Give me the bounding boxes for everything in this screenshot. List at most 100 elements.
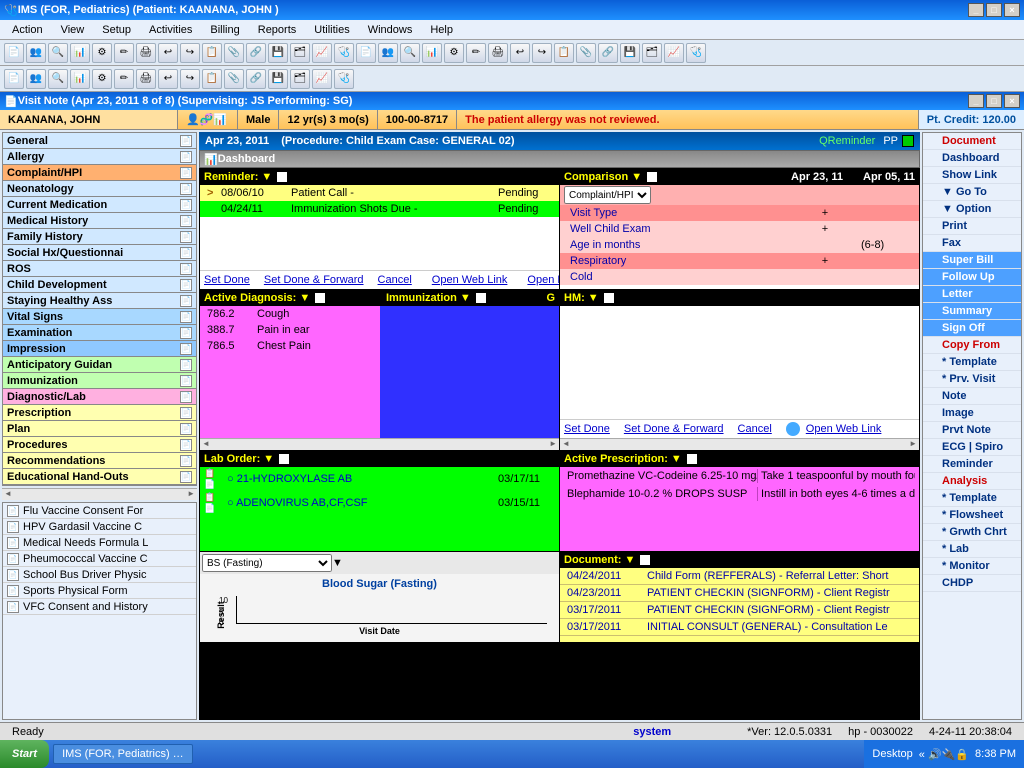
nav-general[interactable]: General📄	[3, 133, 196, 149]
toolbar-button[interactable]: 🗂	[290, 69, 310, 89]
toolbar-button[interactable]: 📎	[224, 43, 244, 63]
comparison-row[interactable]: Age in months(6-8)	[560, 237, 919, 253]
right-print[interactable]: Print	[923, 218, 1021, 235]
menu-billing[interactable]: Billing	[202, 22, 247, 38]
toolbar-button[interactable]: 🔗	[246, 69, 266, 89]
comparison-row[interactable]: Well Child Exam+	[560, 221, 919, 237]
toolbar-button[interactable]: 📈	[664, 43, 684, 63]
right--flowsheet[interactable]: * Flowsheet	[923, 507, 1021, 524]
reminder-row[interactable]: 04/24/11Immunization Shots Due -Pending	[200, 201, 559, 217]
toolbar-button[interactable]: ✏	[114, 69, 134, 89]
toolbar-button[interactable]: 💾	[620, 43, 640, 63]
maximize-button[interactable]: □	[986, 3, 1002, 17]
comparison-row[interactable]: Respiratory+	[560, 253, 919, 269]
pane-toggle[interactable]	[604, 293, 614, 303]
toolbar-button[interactable]: 🖨	[136, 69, 156, 89]
cancel-link[interactable]: Cancel	[378, 274, 412, 286]
right-summary[interactable]: Summary	[923, 303, 1021, 320]
collapse-icon[interactable]: ▼	[671, 453, 682, 465]
hm-cancel[interactable]: Cancel	[738, 423, 772, 435]
menu-activities[interactable]: Activities	[141, 22, 200, 38]
toolbar-button[interactable]: 👥	[26, 43, 46, 63]
menu-windows[interactable]: Windows	[360, 22, 421, 38]
qreminder-link[interactable]: QReminder	[819, 135, 875, 147]
form-item[interactable]: 📄Pheumococcal Vaccine C	[3, 551, 196, 567]
right-show-link[interactable]: Show Link	[923, 167, 1021, 184]
document-row[interactable]: 04/24/2011Child Form (REFFERALS) - Refer…	[560, 568, 919, 585]
nav-ros[interactable]: ROS📄	[3, 261, 196, 277]
sub-maximize-button[interactable]: □	[986, 94, 1002, 108]
toolbar-button[interactable]: 📈	[312, 43, 332, 63]
chart-select[interactable]: BS (Fasting)	[202, 554, 332, 572]
nav-immunization[interactable]: Immunization📄	[3, 373, 196, 389]
nav-allergy[interactable]: Allergy📄	[3, 149, 196, 165]
toolbar-button[interactable]: 📋	[202, 69, 222, 89]
nav-procedures[interactable]: Procedures📄	[3, 437, 196, 453]
right-reminder[interactable]: Reminder	[923, 456, 1021, 473]
toolbar-button[interactable]: 👥	[378, 43, 398, 63]
pane-toggle[interactable]	[687, 454, 697, 464]
right--template[interactable]: * Template	[923, 354, 1021, 371]
document-row[interactable]: 03/17/2011INITIAL CONSULT (GENERAL) - Co…	[560, 619, 919, 636]
toolbar-button[interactable]: ↪	[180, 43, 200, 63]
toolbar-button[interactable]: ↩	[158, 69, 178, 89]
toolbar-button[interactable]: 👥	[26, 69, 46, 89]
rx-row[interactable]: Promethazine VC-Codeine 6.25-10 mg/5 mL …	[560, 467, 919, 485]
toolbar-button[interactable]: 📄	[356, 43, 376, 63]
pane-toggle[interactable]	[476, 293, 486, 303]
nav-complaint-hpi[interactable]: Complaint/HPI📄	[3, 165, 196, 181]
toolbar-button[interactable]: 📊	[422, 43, 442, 63]
toolbar-button[interactable]: 🔍	[400, 43, 420, 63]
comparison-select[interactable]: Complaint/HPI	[564, 186, 651, 204]
menu-help[interactable]: Help	[422, 22, 461, 38]
nav-plan[interactable]: Plan📄	[3, 421, 196, 437]
toolbar-button[interactable]: 🖨	[488, 43, 508, 63]
right--lab[interactable]: * Lab	[923, 541, 1021, 558]
right-copy-from[interactable]: Copy From	[923, 337, 1021, 354]
right-dashboard[interactable]: Dashboard	[923, 150, 1021, 167]
right-letter[interactable]: Letter	[923, 286, 1021, 303]
collapse-icon[interactable]: ▼	[261, 171, 272, 183]
form-item[interactable]: 📄Flu Vaccine Consent For	[3, 503, 196, 519]
right--template[interactable]: * Template	[923, 490, 1021, 507]
toolbar-button[interactable]: 📎	[224, 69, 244, 89]
comparison-row[interactable]: Visit Type+	[560, 205, 919, 221]
nav-prescription[interactable]: Prescription📄	[3, 405, 196, 421]
nav-scroll[interactable]	[2, 488, 197, 500]
toolbar-button[interactable]: ⚙	[92, 43, 112, 63]
nav-educational-hand-outs[interactable]: Educational Hand-Outs📄	[3, 469, 196, 485]
comparison-row[interactable]: Cold	[560, 269, 919, 285]
collapse-icon[interactable]: ▼	[460, 292, 471, 304]
nav-medical-history[interactable]: Medical History📄	[3, 213, 196, 229]
pane-toggle[interactable]	[647, 172, 657, 182]
minimize-button[interactable]: _	[968, 3, 984, 17]
nav-social-hx-questionnai[interactable]: Social Hx/Questionnai📄	[3, 245, 196, 261]
right-analysis[interactable]: Analysis	[923, 473, 1021, 490]
diagnosis-row[interactable]: 786.2Cough	[200, 306, 380, 322]
right--grwth-chrt[interactable]: * Grwth Chrt	[923, 524, 1021, 541]
collapse-icon[interactable]: ▼	[624, 554, 635, 566]
reminder-row[interactable]: >08/06/10Patient Call -Pending	[200, 185, 559, 201]
document-row[interactable]: 04/23/2011PATIENT CHECKIN (SIGNFORM) - C…	[560, 585, 919, 602]
form-item[interactable]: 📄School Bus Driver Physic	[3, 567, 196, 583]
sub-close-button[interactable]: ×	[1004, 94, 1020, 108]
nav-impression[interactable]: Impression📄	[3, 341, 196, 357]
toolbar-button[interactable]: 🗂	[642, 43, 662, 63]
rx-row[interactable]: Blephamide 10-0.2 % DROPS SUSPInstill in…	[560, 485, 919, 503]
pane-toggle[interactable]	[279, 454, 289, 464]
toolbar-button[interactable]: 🔗	[598, 43, 618, 63]
toolbar-button[interactable]: 🔍	[48, 69, 68, 89]
toolbar-button[interactable]: ✏	[466, 43, 486, 63]
toolbar-button[interactable]: 💾	[268, 43, 288, 63]
right-document[interactable]: Document	[923, 133, 1021, 150]
open-link[interactable]: Open Lin	[527, 274, 559, 286]
toolbar-button[interactable]: ↪	[180, 69, 200, 89]
toolbar-button[interactable]: 📄	[4, 43, 24, 63]
right-chdp[interactable]: CHDP	[923, 575, 1021, 592]
close-button[interactable]: ×	[1004, 3, 1020, 17]
tray-desktop[interactable]: Desktop	[872, 748, 912, 760]
patient-icons[interactable]: 👤🧬📊	[178, 110, 238, 129]
toolbar-button[interactable]: 🔗	[246, 43, 266, 63]
collapse-icon[interactable]: ▼	[588, 292, 599, 304]
form-item[interactable]: 📄VFC Consent and History	[3, 599, 196, 615]
